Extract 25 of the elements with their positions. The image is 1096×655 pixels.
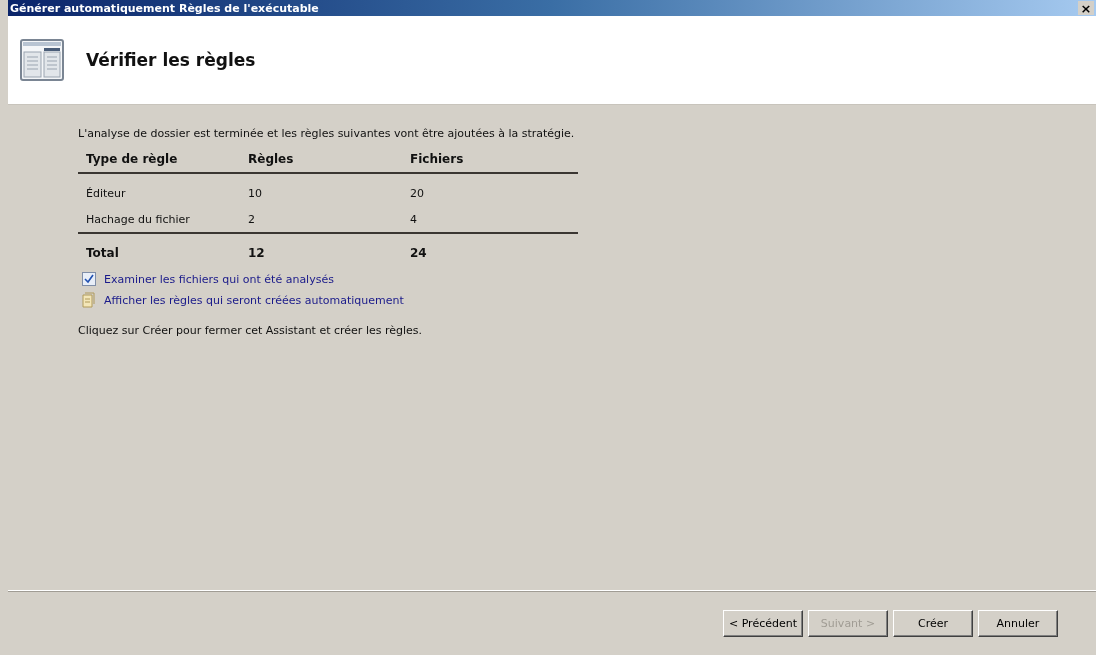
table-cell-text: 10 — [248, 186, 263, 200]
table-cell-text: 20 — [410, 186, 425, 200]
table-cell-text: Hachage du fichier — [86, 212, 191, 226]
window-title: Générer automatiquement Règles de l'exécutable — [10, 1, 319, 15]
table-cell-text: 2 — [248, 212, 256, 226]
close-button[interactable]: × — [1078, 1, 1094, 15]
intro-text: L'analyse de dossier est terminée et les règles suivantes vont être ajoutées à la stratégie. — [78, 127, 576, 140]
wizard-button[interactable]: Annuler — [978, 609, 1058, 637]
link[interactable]: Afficher les règles qui seront créées automatiquement — [104, 293, 404, 307]
wizard-button[interactable]: Créer — [893, 609, 973, 637]
checkbox-icon — [82, 272, 96, 286]
total-cell-text: Total — [86, 246, 120, 260]
table-cell-text: Éditeur — [86, 186, 127, 200]
window-icon — [20, 39, 64, 81]
column-header: Règles — [248, 152, 295, 166]
column-header: Fichiers — [410, 152, 465, 166]
document-icon — [82, 292, 96, 308]
instruction-text: Cliquez sur Créer pour fermer cet Assistant et créer les règles. — [78, 324, 424, 337]
total-cell-text: 24 — [410, 246, 428, 260]
wizard-button[interactable]: < Précédent — [723, 609, 803, 637]
link[interactable]: Examiner les fichiers qui ont été analysés — [104, 272, 334, 286]
table-cell-text: 4 — [410, 212, 418, 226]
page-title: Vérifier les règles — [86, 50, 256, 70]
column-header: Type de règle — [86, 152, 179, 166]
total-cell-text: 12 — [248, 246, 266, 260]
